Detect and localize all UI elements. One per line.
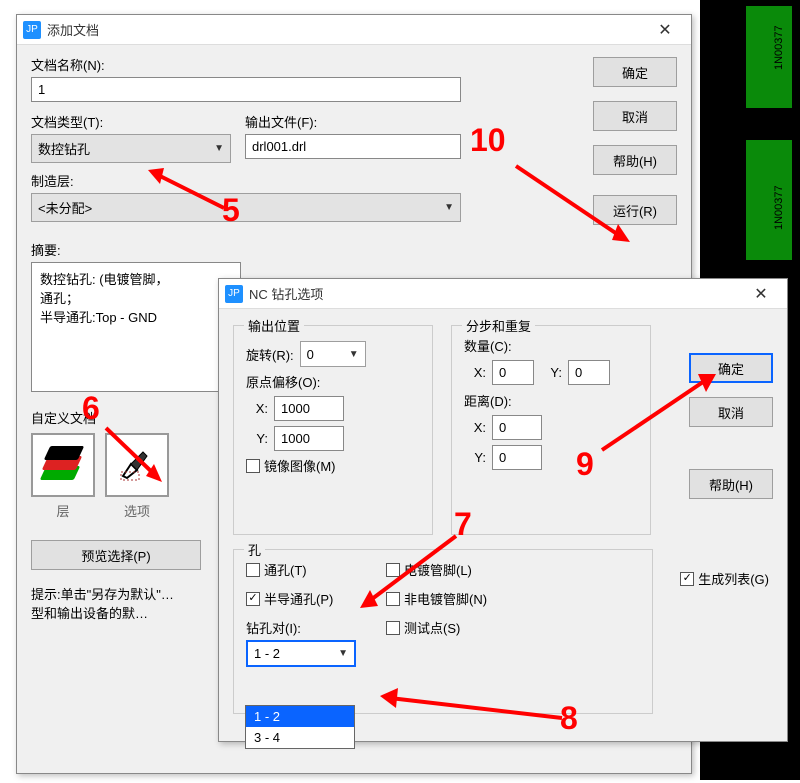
rotate-select[interactable]: 0 ▼ bbox=[300, 341, 366, 367]
doc-name-input[interactable] bbox=[31, 77, 461, 102]
titlebar[interactable]: JP 添加文档 ✕ bbox=[17, 15, 691, 45]
options-button[interactable] bbox=[105, 433, 169, 497]
y-label: Y: bbox=[246, 431, 268, 446]
layers-icon bbox=[43, 446, 83, 484]
chevron-down-icon: ▼ bbox=[214, 143, 224, 154]
fab-layer-select[interactable]: <未分配> ▼ bbox=[31, 193, 461, 222]
close-icon[interactable]: ✕ bbox=[645, 18, 685, 42]
x-label: X: bbox=[464, 420, 486, 435]
cancel-button[interactable]: 取消 bbox=[593, 101, 677, 131]
hand-writing-icon bbox=[117, 444, 157, 487]
summary-label: 摘要: bbox=[31, 240, 241, 259]
dialog-title: 添加文档 bbox=[47, 20, 645, 39]
fab-layer-label: 制造层: bbox=[31, 171, 461, 190]
output-file-label: 输出文件(F): bbox=[245, 112, 461, 131]
doc-type-select[interactable]: 数控钻孔 ▼ bbox=[31, 134, 231, 163]
run-button[interactable]: 运行(R) bbox=[593, 195, 677, 225]
options-label: 选项 bbox=[105, 501, 169, 520]
x-label: X: bbox=[246, 401, 268, 416]
step-repeat-legend: 分步和重复 bbox=[462, 316, 535, 335]
ok-button[interactable]: 确定 bbox=[689, 353, 773, 383]
help-button[interactable]: 帮助(H) bbox=[689, 469, 773, 499]
pcb-component bbox=[746, 140, 792, 260]
nonplated-pin-checkbox[interactable]: 非电镀管脚(N) bbox=[386, 589, 487, 608]
origin-y-input[interactable] bbox=[274, 426, 344, 451]
drill-pair-option[interactable]: 3 - 4 bbox=[246, 727, 354, 748]
cancel-button[interactable]: 取消 bbox=[689, 397, 773, 427]
chevron-down-icon: ▼ bbox=[349, 349, 359, 360]
titlebar[interactable]: JP NC 钻孔选项 ✕ bbox=[219, 279, 787, 309]
preview-button[interactable]: 预览选择(P) bbox=[31, 540, 201, 570]
count-label: 数量(C): bbox=[464, 336, 638, 355]
x-label: X: bbox=[464, 365, 486, 380]
dialog-title: NC 钻孔选项 bbox=[249, 284, 741, 303]
mirror-checkbox[interactable]: 镜像图像(M) bbox=[246, 456, 336, 475]
doc-type-label: 文档类型(T): bbox=[31, 112, 231, 131]
chevron-down-icon: ▼ bbox=[338, 648, 348, 659]
drill-pair-label: 钻孔对(I): bbox=[246, 618, 356, 637]
layers-button[interactable] bbox=[31, 433, 95, 497]
count-y-input[interactable] bbox=[568, 360, 610, 385]
pcb-label: 1N00377 bbox=[773, 185, 785, 230]
plated-pin-checkbox[interactable]: 电镀管脚(L) bbox=[386, 560, 487, 579]
distance-label: 距离(D): bbox=[464, 391, 638, 410]
rotate-label: 旋转(R): bbox=[246, 345, 294, 364]
drill-pair-dropdown-list[interactable]: 1 - 2 3 - 4 bbox=[245, 705, 355, 749]
holes-legend: 孔 bbox=[244, 540, 265, 559]
nc-drill-options-dialog: JP NC 钻孔选项 ✕ 输出位置 旋转(R): 0 ▼ 原点偏移(O): X: bbox=[218, 278, 788, 742]
output-pos-legend: 输出位置 bbox=[244, 316, 304, 335]
y-label: Y: bbox=[464, 450, 486, 465]
app-icon: JP bbox=[23, 21, 41, 39]
close-icon[interactable]: ✕ bbox=[741, 282, 781, 306]
y-label: Y: bbox=[540, 365, 562, 380]
pcb-component bbox=[746, 6, 792, 108]
through-hole-checkbox[interactable]: 通孔(T) bbox=[246, 560, 356, 579]
layers-label: 层 bbox=[31, 501, 95, 520]
drill-pair-select[interactable]: 1 - 2 ▼ bbox=[246, 640, 356, 667]
chevron-down-icon: ▼ bbox=[444, 202, 454, 213]
app-icon: JP bbox=[225, 285, 243, 303]
test-point-checkbox[interactable]: 测试点(S) bbox=[386, 618, 487, 637]
doc-name-label: 文档名称(N): bbox=[31, 55, 461, 74]
origin-x-input[interactable] bbox=[274, 396, 344, 421]
count-x-input[interactable] bbox=[492, 360, 534, 385]
summary-text: 数控钻孔: (电镀管脚， 通孔； 半导通孔:Top - GND bbox=[31, 262, 241, 392]
semi-conducting-checkbox[interactable]: ✓半导通孔(P) bbox=[246, 589, 356, 608]
pcb-label: 1N00377 bbox=[773, 25, 785, 70]
generate-list-checkbox[interactable]: ✓生成列表(G) bbox=[680, 569, 769, 588]
dist-x-input[interactable] bbox=[492, 415, 542, 440]
dist-y-input[interactable] bbox=[492, 445, 542, 470]
output-file-input[interactable] bbox=[245, 134, 461, 159]
doc-type-value: 数控钻孔 bbox=[38, 139, 90, 158]
ok-button[interactable]: 确定 bbox=[593, 57, 677, 87]
origin-offset-label: 原点偏移(O): bbox=[246, 372, 420, 391]
fab-layer-value: <未分配> bbox=[38, 198, 92, 217]
help-button[interactable]: 帮助(H) bbox=[593, 145, 677, 175]
drill-pair-option[interactable]: 1 - 2 bbox=[246, 706, 354, 727]
